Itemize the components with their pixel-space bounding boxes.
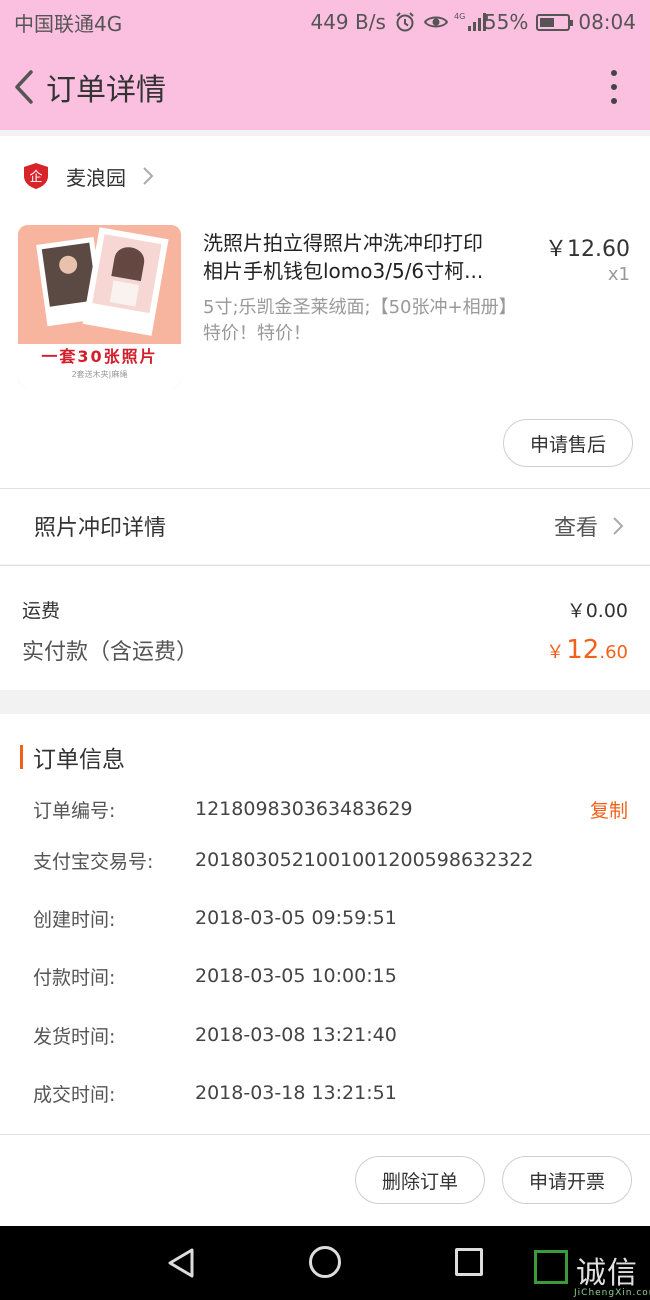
- nav-recent-apps-icon[interactable]: [455, 1248, 483, 1276]
- info-value: 2018-03-18 13:21:51: [195, 1082, 397, 1104]
- info-label: 订单编号:: [33, 799, 116, 822]
- product-sku: 5寸;乐凯金圣莱绒面;【50张冲+相册】特价！特价！: [203, 297, 517, 344]
- request-invoice-button[interactable]: 申请开票: [502, 1156, 632, 1204]
- product-price: ￥12.60: [545, 237, 630, 262]
- product-title-line-1: 洗照片拍立得照片冲洗冲印打印: [203, 231, 483, 255]
- info-label: 付款时间:: [33, 966, 116, 989]
- info-row-paid-time: 付款时间: 2018-03-05 10:00:15: [33, 961, 628, 991]
- info-value: 2018-03-05 10:00:15: [195, 965, 397, 987]
- section-title: 订单信息: [33, 747, 125, 773]
- photo-print-detail-label: 照片冲印详情: [34, 516, 167, 541]
- watermark-subtext: JiChengXin.com: [574, 1288, 650, 1298]
- product-thumbnail[interactable]: 一套30张照片 2套送木夹|麻绳: [18, 225, 181, 388]
- clock: 08:04: [578, 10, 636, 34]
- paid-label: 实付款（含运费）: [22, 640, 199, 665]
- delete-order-button[interactable]: 删除订单: [355, 1156, 485, 1204]
- view-link[interactable]: 查看: [554, 510, 624, 542]
- info-row-created-time: 创建时间: 2018-03-05 09:59:51: [33, 903, 628, 933]
- nav-back-icon[interactable]: [166, 1247, 196, 1279]
- thumbnail-banner: 一套30张照片 2套送木夹|麻绳: [18, 344, 181, 388]
- more-menu-icon[interactable]: [608, 70, 620, 104]
- watermark-seal-icon: [534, 1250, 568, 1284]
- view-link-label: 查看: [553, 516, 598, 541]
- shop-link[interactable]: 企 麦浪园: [22, 160, 154, 192]
- info-row-alipay-trade-number: 支付宝交易号: 2018030521001001200598632322: [33, 845, 628, 875]
- info-value: 2018-03-05 09:59:51: [195, 907, 397, 929]
- system-nav-bar: 诚信 JiChengXin.com: [0, 1226, 650, 1300]
- section-accent-bar: [20, 745, 23, 769]
- carrier-label: 中国联通4G: [14, 11, 123, 36]
- info-row-completed-time: 成交时间: 2018-03-18 13:21:51: [33, 1078, 628, 1108]
- info-label: 创建时间:: [33, 908, 116, 931]
- product-quantity: x1: [607, 264, 630, 285]
- info-row-order-number: 订单编号: 121809830363483629: [33, 794, 628, 824]
- chevron-right-icon: [142, 166, 154, 186]
- info-value: 2018030521001001200598632322: [195, 849, 534, 871]
- network-type: 4G: [454, 12, 465, 21]
- signal-icon: 4G: [454, 11, 486, 33]
- info-label: 支付宝交易号:: [33, 850, 154, 873]
- alarm-icon: [394, 11, 416, 33]
- nav-home-icon[interactable]: [309, 1246, 341, 1278]
- network-speed: 449 B/s: [310, 10, 386, 34]
- battery-icon: [536, 13, 574, 31]
- payment-summary: 运费 ￥0.00 实付款（含运费） ￥ 12 .60: [0, 566, 650, 690]
- info-value: 121809830363483629: [195, 798, 413, 820]
- battery-percent: 55%: [483, 10, 529, 34]
- order-info-card: 订单信息 订单编号: 121809830363483629 复制 支付宝交易号:…: [0, 714, 650, 1226]
- info-label: 发货时间:: [33, 1025, 116, 1048]
- chevron-right-icon: [612, 516, 624, 536]
- product-title-line-2: 相片手机钱包lomo3/5/6寸柯...: [203, 259, 484, 283]
- title-bar: 订单详情: [0, 44, 650, 130]
- shipping-value: ￥0.00: [566, 600, 628, 622]
- info-row-shipped-time: 发货时间: 2018-03-08 13:21:40: [33, 1020, 628, 1050]
- shipping-row: 运费 ￥0.00: [22, 596, 628, 623]
- info-label: 成交时间:: [33, 1083, 116, 1106]
- order-actions: 删除订单 申请开票: [0, 1134, 650, 1226]
- product-title[interactable]: 洗照片拍立得照片冲洗冲印打印 相片手机钱包lomo3/5/6寸柯...: [203, 229, 533, 285]
- photo-print-detail-row[interactable]: 照片冲印详情 查看: [0, 488, 650, 564]
- status-bar: 中国联通4G 449 B/s 4G 55% 08:04: [0, 0, 650, 44]
- watermark-logo: 诚信 JiChengXin.com: [532, 1248, 650, 1300]
- eye-icon: [423, 11, 449, 33]
- info-value: 2018-03-08 13:21:40: [195, 1024, 397, 1046]
- paid-row: 实付款（含运费） ￥ 12 .60: [22, 634, 628, 666]
- svg-text:企: 企: [29, 169, 42, 185]
- thumbnail-banner-subtitle: 2套送木夹|麻绳: [71, 370, 128, 379]
- paid-decimal: .60: [599, 642, 628, 663]
- paid-currency: ￥: [546, 642, 565, 663]
- enterprise-shield-icon: 企: [22, 162, 50, 190]
- after-sale-button[interactable]: 申请售后: [503, 419, 633, 467]
- order-item-card: 企 麦浪园 一套30张照片 2套送木夹|麻绳 洗照片拍立得照片冲洗冲印打印 相片…: [0, 136, 650, 564]
- back-icon[interactable]: [2, 44, 46, 130]
- shop-name: 麦浪园: [66, 165, 126, 190]
- order-info-header: 订单信息: [20, 740, 125, 774]
- shipping-label: 运费: [22, 600, 61, 622]
- paid-amount: ￥ 12 .60: [546, 635, 628, 665]
- watermark-text: 诚信: [576, 1256, 638, 1291]
- paid-integer: 12: [566, 635, 600, 665]
- status-icons: 449 B/s 4G 55% 08:04: [310, 10, 636, 34]
- thumbnail-banner-title: 一套30张照片: [41, 347, 158, 366]
- copy-button[interactable]: 复制: [590, 796, 628, 823]
- page-title: 订单详情: [46, 73, 166, 108]
